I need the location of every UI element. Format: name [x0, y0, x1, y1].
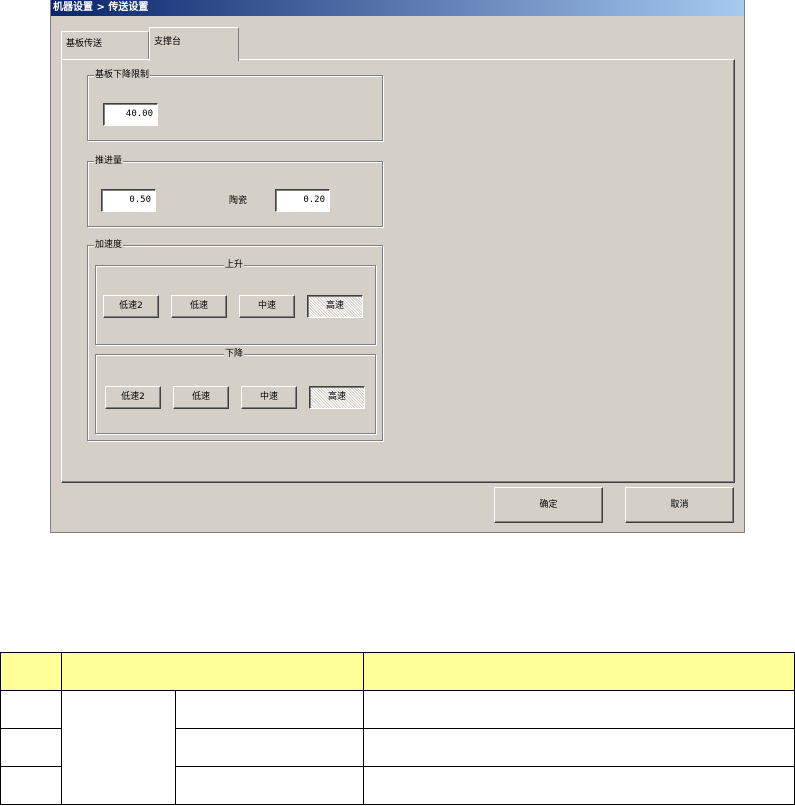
- cancel-button[interactable]: 取消: [625, 487, 734, 523]
- tab-substrate-transfer[interactable]: 基板传送: [61, 31, 149, 59]
- push-amount-input[interactable]: 0.50: [101, 189, 156, 212]
- descent-speed-low-button[interactable]: 低速: [173, 386, 229, 409]
- descent-speed-high-button[interactable]: 高速: [309, 386, 365, 409]
- table-cell: [174, 690, 364, 729]
- spec-table: [0, 652, 795, 805]
- lower-limit-input[interactable]: 40.00: [103, 103, 158, 126]
- lower-limit-label: 基板下降限制: [94, 69, 151, 81]
- descent-label: 下降: [224, 348, 245, 360]
- descent-speed-mid-button[interactable]: 中速: [241, 386, 297, 409]
- table-cell: [362, 766, 795, 805]
- ascent-group: 上升 低速2 低速 中速 高速: [95, 259, 376, 345]
- ascent-label: 上升: [224, 259, 245, 271]
- table-header-cell: [0, 652, 62, 691]
- push-amount-label: 推进量: [94, 155, 124, 167]
- lower-limit-group: 基板下降限制 40.00: [87, 69, 383, 141]
- table-cell: [362, 728, 795, 767]
- settings-window: 机器设置 > 传送设置 基板传送 支撑台 基板下降限制 40.00 推进量 0.…: [50, 0, 745, 533]
- ascent-speed-low2-button[interactable]: 低速2: [103, 295, 159, 318]
- table-cell: [0, 766, 62, 805]
- push-amount-group: 推进量 0.50 陶瓷 0.20: [87, 155, 383, 227]
- ascent-speed-low-button[interactable]: 低速: [171, 295, 227, 318]
- acceleration-group: 加速度 上升 低速2 低速 中速 高速 下降 低速2 低速 中速 高速: [87, 239, 383, 441]
- table-cell: [174, 728, 364, 767]
- tab-panel: 基板下降限制 40.00 推进量 0.50 陶瓷 0.20 加速度 上升 低速2…: [61, 59, 735, 483]
- table-cell: [174, 766, 364, 805]
- table-cell: [0, 728, 62, 767]
- descent-speed-low2-button[interactable]: 低速2: [105, 386, 161, 409]
- window-title: 机器设置 > 传送设置: [51, 0, 744, 16]
- table-cell: [0, 690, 62, 729]
- acceleration-label: 加速度: [94, 239, 124, 251]
- table-header-cell: [60, 652, 364, 691]
- ceramic-input[interactable]: 0.20: [275, 189, 330, 212]
- table-cell-merged: [60, 690, 176, 805]
- table-header-cell: [362, 652, 795, 691]
- ok-button[interactable]: 确定: [494, 487, 603, 523]
- table-cell: [362, 690, 795, 729]
- ascent-speed-high-button[interactable]: 高速: [307, 295, 363, 318]
- ceramic-label: 陶瓷: [229, 196, 248, 206]
- table-row: [0, 690, 795, 805]
- tab-support-table[interactable]: 支撑台: [149, 27, 239, 61]
- table-header-row: [0, 652, 795, 691]
- descent-group: 下降 低速2 低速 中速 高速: [95, 348, 376, 434]
- ascent-speed-mid-button[interactable]: 中速: [239, 295, 295, 318]
